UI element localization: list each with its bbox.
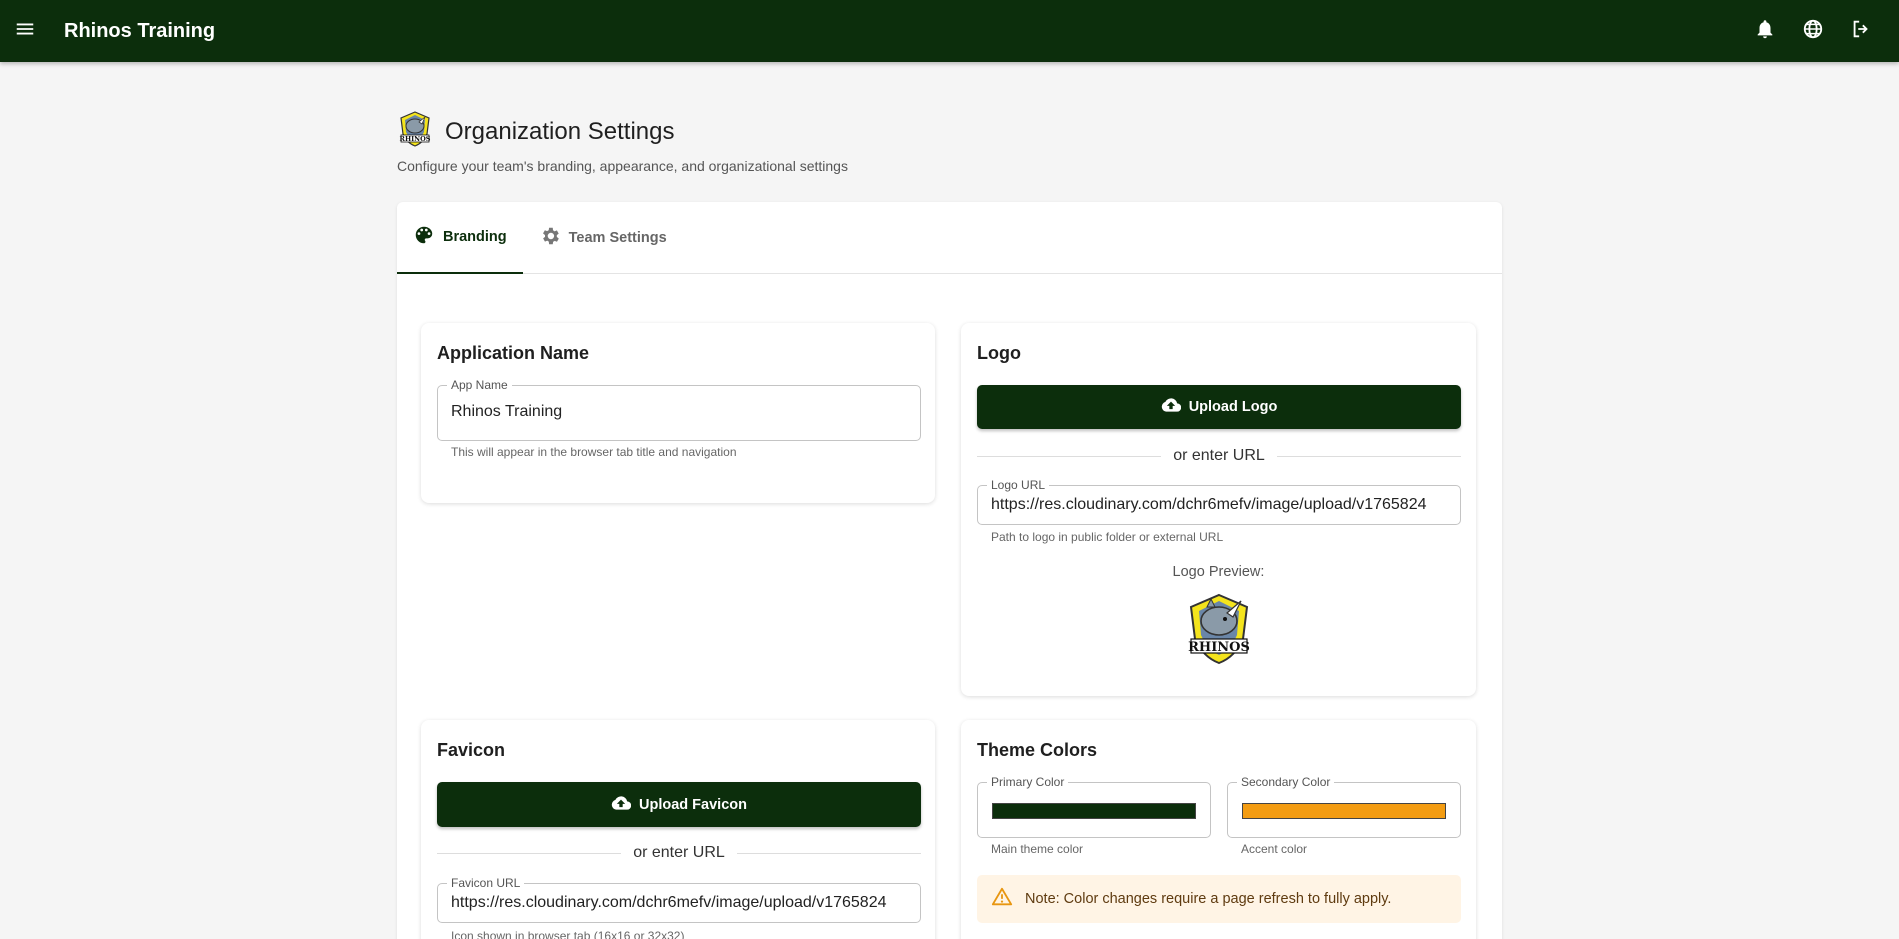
favicon-url-helper: Icon shown in browser tab (16x16 or 32x3… (451, 929, 685, 939)
logo-preview-image: RHINOS (1183, 591, 1255, 667)
logo-divider-text: or enter URL (1173, 447, 1265, 464)
favicon-divider: or enter URL (437, 842, 921, 864)
tab-branding[interactable]: Branding (397, 202, 523, 274)
favicon-url-input[interactable]: https://res.cloudinary.com/dchr6mefv/ima… (451, 894, 913, 912)
page-header: RHINOS Organization Settings (397, 110, 674, 153)
logo-card-title: Logo (977, 343, 1021, 363)
upload-logo-button[interactable]: Upload Logo (977, 385, 1461, 429)
logo-url-label: Logo URL (987, 478, 1050, 492)
tab-team-settings[interactable]: Team Settings (523, 202, 683, 274)
logo-preview-label: Logo Preview: (1172, 564, 1265, 580)
app-name-helper: This will appear in the browser tab titl… (451, 445, 737, 459)
secondary-color-helper: Accent color (1241, 842, 1308, 856)
menu-icon (14, 18, 36, 45)
page-subtitle: Configure your team's branding, appearan… (397, 158, 848, 174)
notifications-button[interactable] (1741, 7, 1789, 55)
notifications-icon (1754, 18, 1776, 45)
app-name-field-label: App Name (447, 378, 512, 392)
theme-colors-card-title: Theme Colors (977, 740, 1098, 760)
warning-icon (991, 886, 1013, 913)
app-name-card: Application Name App Name Rhinos Trainin… (421, 323, 935, 503)
app-name-input[interactable]: Rhinos Training (451, 403, 911, 421)
favicon-divider-text: or enter URL (633, 844, 725, 861)
app-name-card-title: Application Name (437, 343, 590, 363)
cloud-upload-icon (611, 793, 632, 817)
svg-text:RHINOS: RHINOS (400, 135, 431, 143)
menu-button[interactable] (0, 0, 50, 62)
palette-icon (413, 224, 435, 250)
secondary-color-swatch[interactable] (1242, 803, 1446, 819)
color-refresh-note-text: Note: Color changes require a page refre… (1025, 891, 1392, 907)
language-icon (1802, 18, 1824, 45)
tab-team-settings-label: Team Settings (568, 230, 667, 246)
tab-bar: Branding Team Settings (397, 202, 1502, 274)
secondary-color-field[interactable]: Secondary Color (1227, 775, 1461, 838)
cloud-upload-icon (1161, 395, 1181, 419)
favicon-card-title: Favicon (437, 740, 506, 760)
logo-url-helper: Path to logo in public folder or externa… (991, 530, 1224, 544)
upload-favicon-label: Upload Favicon (639, 796, 747, 813)
logo-url-input[interactable]: https://res.cloudinary.com/dchr6mefv/ima… (991, 496, 1453, 514)
logout-icon (1850, 18, 1872, 45)
logout-button[interactable] (1837, 7, 1885, 55)
svg-text:RHINOS: RHINOS (1188, 640, 1250, 655)
app-name-field[interactable]: App Name Rhinos Training (437, 378, 921, 441)
upload-favicon-button[interactable]: Upload Favicon (437, 782, 921, 827)
logo-card: Logo Upload Logo or enter URL Logo URL h… (961, 323, 1476, 696)
team-logo-icon: RHINOS (397, 110, 433, 153)
color-refresh-note: Note: Color changes require a page refre… (977, 875, 1461, 923)
app-title: Rhinos Training (64, 19, 216, 42)
primary-color-helper: Main theme color (991, 842, 1084, 856)
favicon-url-label: Favicon URL (447, 876, 525, 890)
secondary-color-label: Secondary Color (1237, 775, 1335, 789)
favicon-card: Favicon Upload Favicon or enter URL Favi… (421, 720, 935, 939)
favicon-url-field[interactable]: Favicon URL https://res.cloudinary.com/d… (437, 876, 921, 923)
logo-divider: or enter URL (977, 445, 1461, 467)
primary-color-label: Primary Color (987, 775, 1069, 789)
gear-icon (539, 225, 561, 251)
page-title: Organization Settings (445, 117, 675, 145)
language-button[interactable] (1789, 7, 1837, 55)
primary-color-field[interactable]: Primary Color (977, 775, 1211, 838)
primary-color-swatch[interactable] (992, 803, 1196, 819)
app-bar: Rhinos Training (0, 0, 1899, 62)
upload-logo-label: Upload Logo (1188, 399, 1278, 415)
logo-url-field[interactable]: Logo URL https://res.cloudinary.com/dchr… (977, 478, 1461, 525)
theme-colors-card: Theme Colors Primary Color Main theme co… (961, 720, 1476, 939)
settings-panel: Branding Team Settings Application Name … (397, 202, 1502, 939)
tab-branding-label: Branding (443, 229, 507, 245)
